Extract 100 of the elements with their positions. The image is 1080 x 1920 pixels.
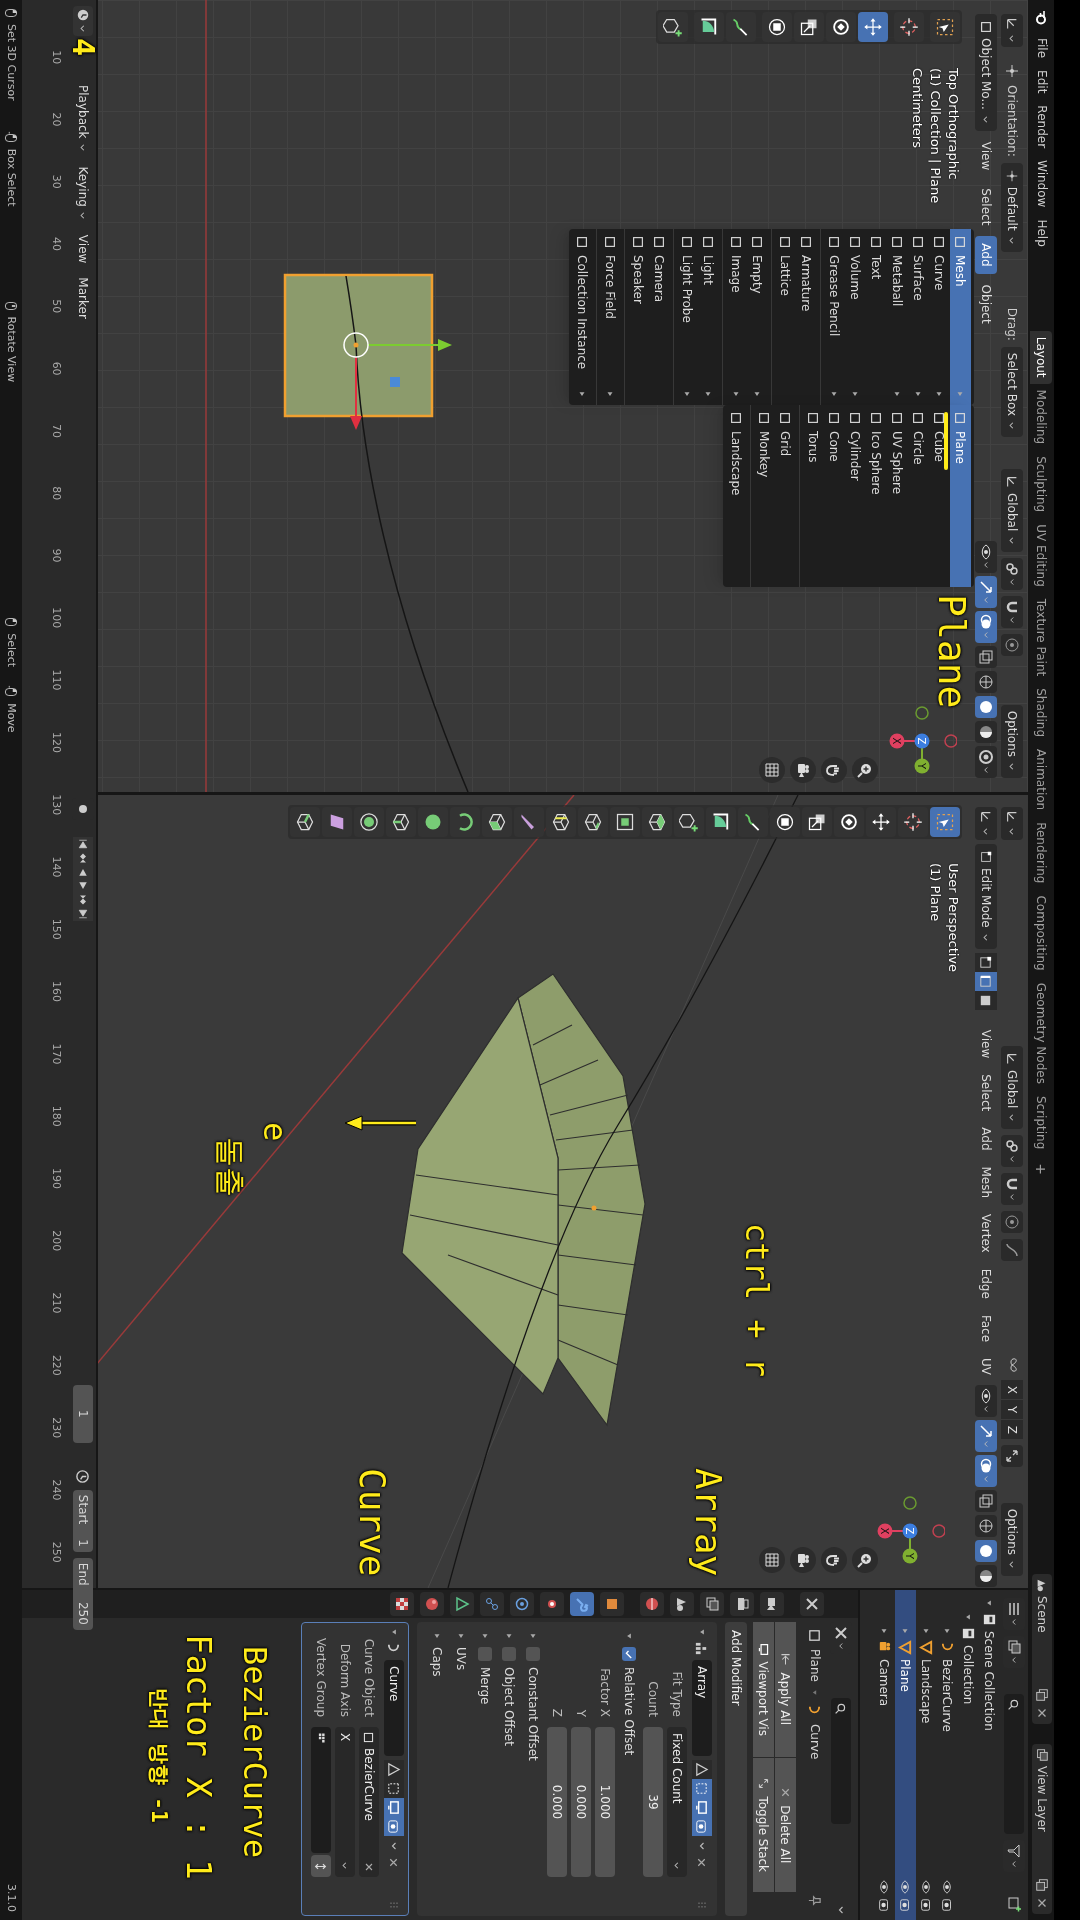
- plane-handle[interactable]: [390, 377, 400, 387]
- menu-item[interactable]: Edge: [975, 1262, 997, 1305]
- triangle-icon[interactable]: [694, 1762, 710, 1777]
- menu-item[interactable]: Monkey: [754, 405, 775, 587]
- zoom-icon[interactable]: [857, 1552, 873, 1568]
- menu-item[interactable]: Light Probe: [677, 229, 698, 405]
- ring-sphere-icon[interactable]: [978, 749, 994, 765]
- tools-icon[interactable]: [804, 1596, 820, 1612]
- breadcrumb-item[interactable]: Plane: [806, 1649, 824, 1682]
- menu-item[interactable]: Light: [698, 229, 719, 405]
- outliner-row[interactable]: BezierCurve: [937, 1590, 958, 1920]
- link-icon[interactable]: [484, 1596, 500, 1612]
- menu-item[interactable]: Object: [975, 277, 997, 331]
- camera-icon[interactable]: [795, 1552, 811, 1568]
- menu-item[interactable]: Torus: [803, 405, 824, 587]
- mode-dropdown[interactable]: Edit Mode: [975, 844, 997, 949]
- menu-item[interactable]: Select: [975, 181, 997, 233]
- editor-type-dropdown[interactable]: [72, 6, 93, 36]
- menu-dropdown[interactable]: Keying: [72, 161, 93, 226]
- menu-item[interactable]: Window: [1031, 154, 1053, 214]
- axis-handle[interactable]: [877, 1523, 893, 1539]
- number-field[interactable]: 39: [643, 1727, 663, 1877]
- menu-item[interactable]: Ico Sphere: [866, 405, 887, 587]
- outliner-row[interactable]: Scene Collection: [979, 1590, 1000, 1920]
- options-dropdown[interactable]: Options: [1001, 704, 1023, 778]
- hand-icon[interactable]: [826, 762, 842, 778]
- menu-item[interactable]: Volume: [845, 229, 866, 405]
- sphere-icon[interactable]: [423, 812, 443, 832]
- menu-item[interactable]: Add: [975, 236, 997, 274]
- sphere-icon[interactable]: [978, 699, 994, 715]
- menu-item[interactable]: Empty: [747, 229, 768, 405]
- scale-icon[interactable]: [807, 812, 827, 832]
- axis-toggle[interactable]: Y: [1001, 1399, 1023, 1420]
- circle-dot-icon[interactable]: [1004, 1214, 1020, 1231]
- select-box-icon[interactable]: [935, 17, 955, 37]
- menu-item[interactable]: Render: [1031, 99, 1053, 155]
- tools-icon[interactable]: [833, 1625, 849, 1641]
- menu-item[interactable]: Mesh: [975, 1160, 997, 1205]
- stack-button[interactable]: Delete All: [775, 1757, 796, 1892]
- section-label[interactable]: Object Offset: [500, 1667, 518, 1746]
- monitor-icon[interactable]: [386, 1800, 402, 1815]
- falloff-curve-icon[interactable]: [1004, 1242, 1020, 1259]
- axis-handle[interactable]: [914, 733, 930, 749]
- ruler-icon[interactable]: [711, 812, 731, 832]
- cube-icon[interactable]: [391, 812, 411, 832]
- cube-icon[interactable]: [551, 812, 571, 832]
- name-field[interactable]: Curve: [384, 1660, 404, 1756]
- menu-item[interactable]: Select: [975, 1068, 997, 1118]
- dropdown-field[interactable]: X: [335, 1727, 355, 1877]
- frame-field[interactable]: 1: [72, 1384, 93, 1443]
- menu-item[interactable]: Mesh: [950, 229, 971, 405]
- vertex-cube-icon[interactable]: [978, 954, 994, 970]
- transform-orientation-dropdown[interactable]: Global: [1001, 469, 1023, 553]
- menu-item[interactable]: Metaball: [887, 229, 908, 405]
- menu-item[interactable]: Text: [866, 229, 887, 405]
- outliner-row[interactable]: Collection: [958, 1590, 979, 1920]
- search-field[interactable]: [1004, 1694, 1024, 1834]
- transform-icon[interactable]: [767, 17, 787, 37]
- checker-icon[interactable]: [394, 1596, 410, 1612]
- start-frame-field[interactable]: Start 1: [72, 1489, 93, 1552]
- menu-item[interactable]: Grease Pencil: [824, 229, 845, 405]
- add-cube-icon[interactable]: [679, 812, 699, 832]
- menu-item[interactable]: Surface: [908, 229, 929, 405]
- vertex-group-field[interactable]: [311, 1727, 331, 1853]
- menu-item[interactable]: Camera: [649, 229, 670, 405]
- section-label[interactable]: Constant Offset: [524, 1667, 542, 1761]
- pin-icon[interactable]: [807, 1893, 823, 1908]
- menu-item[interactable]: Cylinder: [845, 405, 866, 587]
- image-stack-icon[interactable]: [704, 1596, 720, 1612]
- checkbox[interactable]: [622, 1647, 636, 1661]
- image-stack-icon[interactable]: [1006, 1639, 1022, 1655]
- cube-icon[interactable]: [487, 812, 507, 832]
- object-field[interactable]: BezierCurve: [359, 1727, 379, 1877]
- scale-icon[interactable]: [799, 17, 819, 37]
- workspace-tab[interactable]: Animation: [1030, 743, 1052, 817]
- workspace-tab[interactable]: UV Editing: [1030, 518, 1052, 593]
- axis-handle[interactable]: [902, 1548, 918, 1564]
- link-icon[interactable]: [1004, 561, 1020, 578]
- checkbox[interactable]: [502, 1647, 516, 1661]
- axis-handle[interactable]: [903, 1496, 917, 1510]
- outliner-row[interactable]: Landscape: [916, 1590, 937, 1920]
- menu-item[interactable]: Add: [975, 1121, 997, 1157]
- copy-icon[interactable]: [1035, 1878, 1049, 1892]
- tool-settings-dropdown[interactable]: [1001, 14, 1023, 47]
- orientation-dropdown[interactable]: Default: [1001, 162, 1023, 252]
- half-sphere-icon[interactable]: [978, 1568, 994, 1584]
- axis-handle[interactable]: [932, 1524, 945, 1538]
- sphere-icon[interactable]: [978, 1543, 994, 1559]
- navigation-gizmo[interactable]: X Y Z: [887, 706, 957, 776]
- pivot-circle[interactable]: [343, 332, 369, 358]
- arrow-curve-icon[interactable]: [978, 1423, 994, 1439]
- axis-toggle[interactable]: X: [1001, 1379, 1023, 1400]
- add-modifier-button[interactable]: Add Modifier: [725, 1622, 747, 1916]
- end-frame-field[interactable]: End 250: [72, 1557, 93, 1630]
- dropdown-field[interactable]: Fixed Count: [667, 1727, 687, 1877]
- squares-icon[interactable]: [978, 649, 994, 665]
- monitor-icon[interactable]: [694, 1800, 710, 1815]
- axis-handle[interactable]: [944, 734, 957, 748]
- edge-cube-icon[interactable]: [978, 973, 994, 989]
- sphere-icon[interactable]: [424, 1596, 440, 1612]
